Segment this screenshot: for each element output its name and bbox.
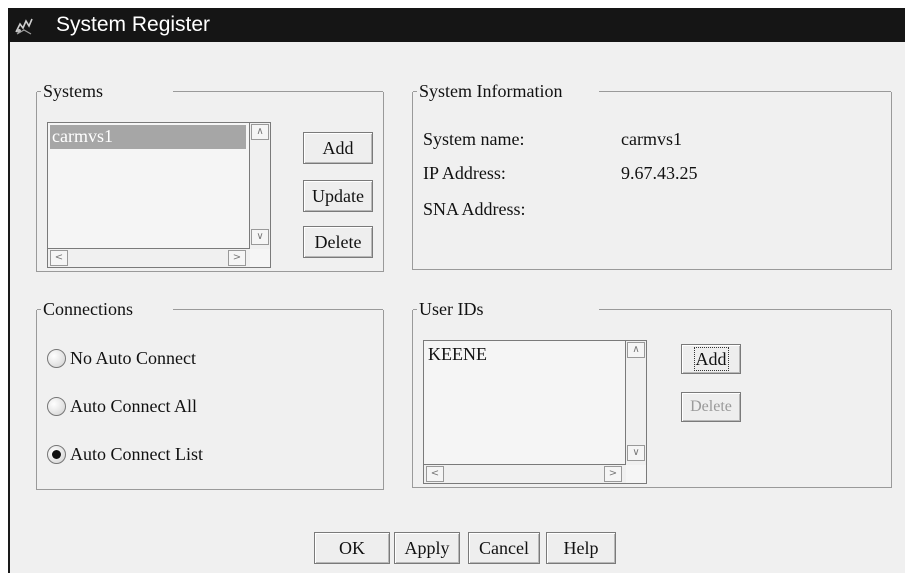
systems-group: Systems carmvs1 ∧ ∨ < > Add Update Delet…: [36, 80, 384, 272]
scroll-up-icon[interactable]: ∧: [251, 124, 269, 140]
systems-group-label: Systems: [41, 80, 106, 102]
scroll-down-icon[interactable]: ∨: [251, 229, 269, 245]
user-ids-delete-button[interactable]: Delete: [681, 392, 741, 422]
connections-group: Connections No Auto Connect Auto Connect…: [36, 298, 384, 490]
user-ids-list-item-label: KEENE: [428, 344, 487, 364]
systems-list-vertical-scrollbar[interactable]: ∧ ∨: [249, 123, 270, 249]
system-name-label: System name:: [423, 129, 525, 149]
scroll-left-icon[interactable]: <: [50, 250, 68, 266]
radio-button-icon[interactable]: [47, 396, 66, 416]
user-ids-list-horizontal-scrollbar[interactable]: < >: [424, 464, 626, 483]
ip-address-value: 9.67.43.25: [621, 163, 698, 183]
systems-list[interactable]: carmvs1 ∧ ∨ < >: [47, 122, 271, 268]
cancel-button[interactable]: Cancel: [468, 532, 540, 564]
user-ids-add-button[interactable]: Add: [681, 344, 741, 374]
system-information-group: System Information System name: carmvs1 …: [412, 80, 892, 270]
radio-no-auto-connect[interactable]: No Auto Connect: [47, 346, 196, 370]
scroll-down-icon[interactable]: ∨: [627, 445, 645, 461]
radio-label-auto-connect-all: Auto Connect All: [70, 395, 197, 416]
systems-delete-button[interactable]: Delete: [303, 226, 373, 258]
help-button[interactable]: Help: [546, 532, 616, 564]
ok-button[interactable]: OK: [314, 532, 390, 564]
system-information-group-label: System Information: [417, 80, 565, 102]
system-register-icon: [15, 18, 33, 35]
radio-button-selected-icon[interactable]: [47, 444, 66, 464]
connections-group-label: Connections: [41, 298, 135, 320]
systems-list-item-carmvs1[interactable]: carmvs1: [50, 125, 246, 149]
radio-label-no-auto-connect: No Auto Connect: [70, 347, 196, 368]
system-register-window: System Register Systems carmvs1 ∧ ∨ < > …: [8, 8, 905, 573]
apply-button[interactable]: Apply: [394, 532, 460, 564]
user-ids-list[interactable]: KEENE ∧ ∨ < >: [423, 340, 647, 484]
radio-auto-connect-list[interactable]: Auto Connect List: [47, 442, 203, 466]
user-ids-group: User IDs KEENE ∧ ∨ < > Add Delete: [412, 298, 892, 488]
system-name-value: carmvs1: [621, 129, 682, 149]
radio-button-icon[interactable]: [47, 348, 66, 368]
user-ids-list-item-keene[interactable]: KEENE: [428, 343, 487, 365]
systems-list-item-label: carmvs1: [52, 126, 113, 146]
scroll-right-icon[interactable]: >: [604, 466, 622, 482]
sna-address-label: SNA Address:: [423, 199, 526, 219]
user-ids-group-label: User IDs: [417, 298, 486, 320]
systems-add-button[interactable]: Add: [303, 132, 373, 164]
scroll-right-icon[interactable]: >: [228, 250, 246, 266]
radio-auto-connect-all[interactable]: Auto Connect All: [47, 394, 197, 418]
user-ids-list-vertical-scrollbar[interactable]: ∧ ∨: [625, 341, 646, 465]
scroll-left-icon[interactable]: <: [426, 466, 444, 482]
systems-update-button[interactable]: Update: [303, 180, 373, 212]
scroll-up-icon[interactable]: ∧: [627, 342, 645, 358]
user-ids-add-label: Add: [693, 346, 729, 371]
ip-address-label: IP Address:: [423, 163, 506, 183]
radio-label-auto-connect-list: Auto Connect List: [70, 443, 203, 464]
title-bar[interactable]: System Register: [8, 8, 905, 42]
systems-list-horizontal-scrollbar[interactable]: < >: [48, 248, 250, 267]
window-title: System Register: [56, 13, 211, 36]
